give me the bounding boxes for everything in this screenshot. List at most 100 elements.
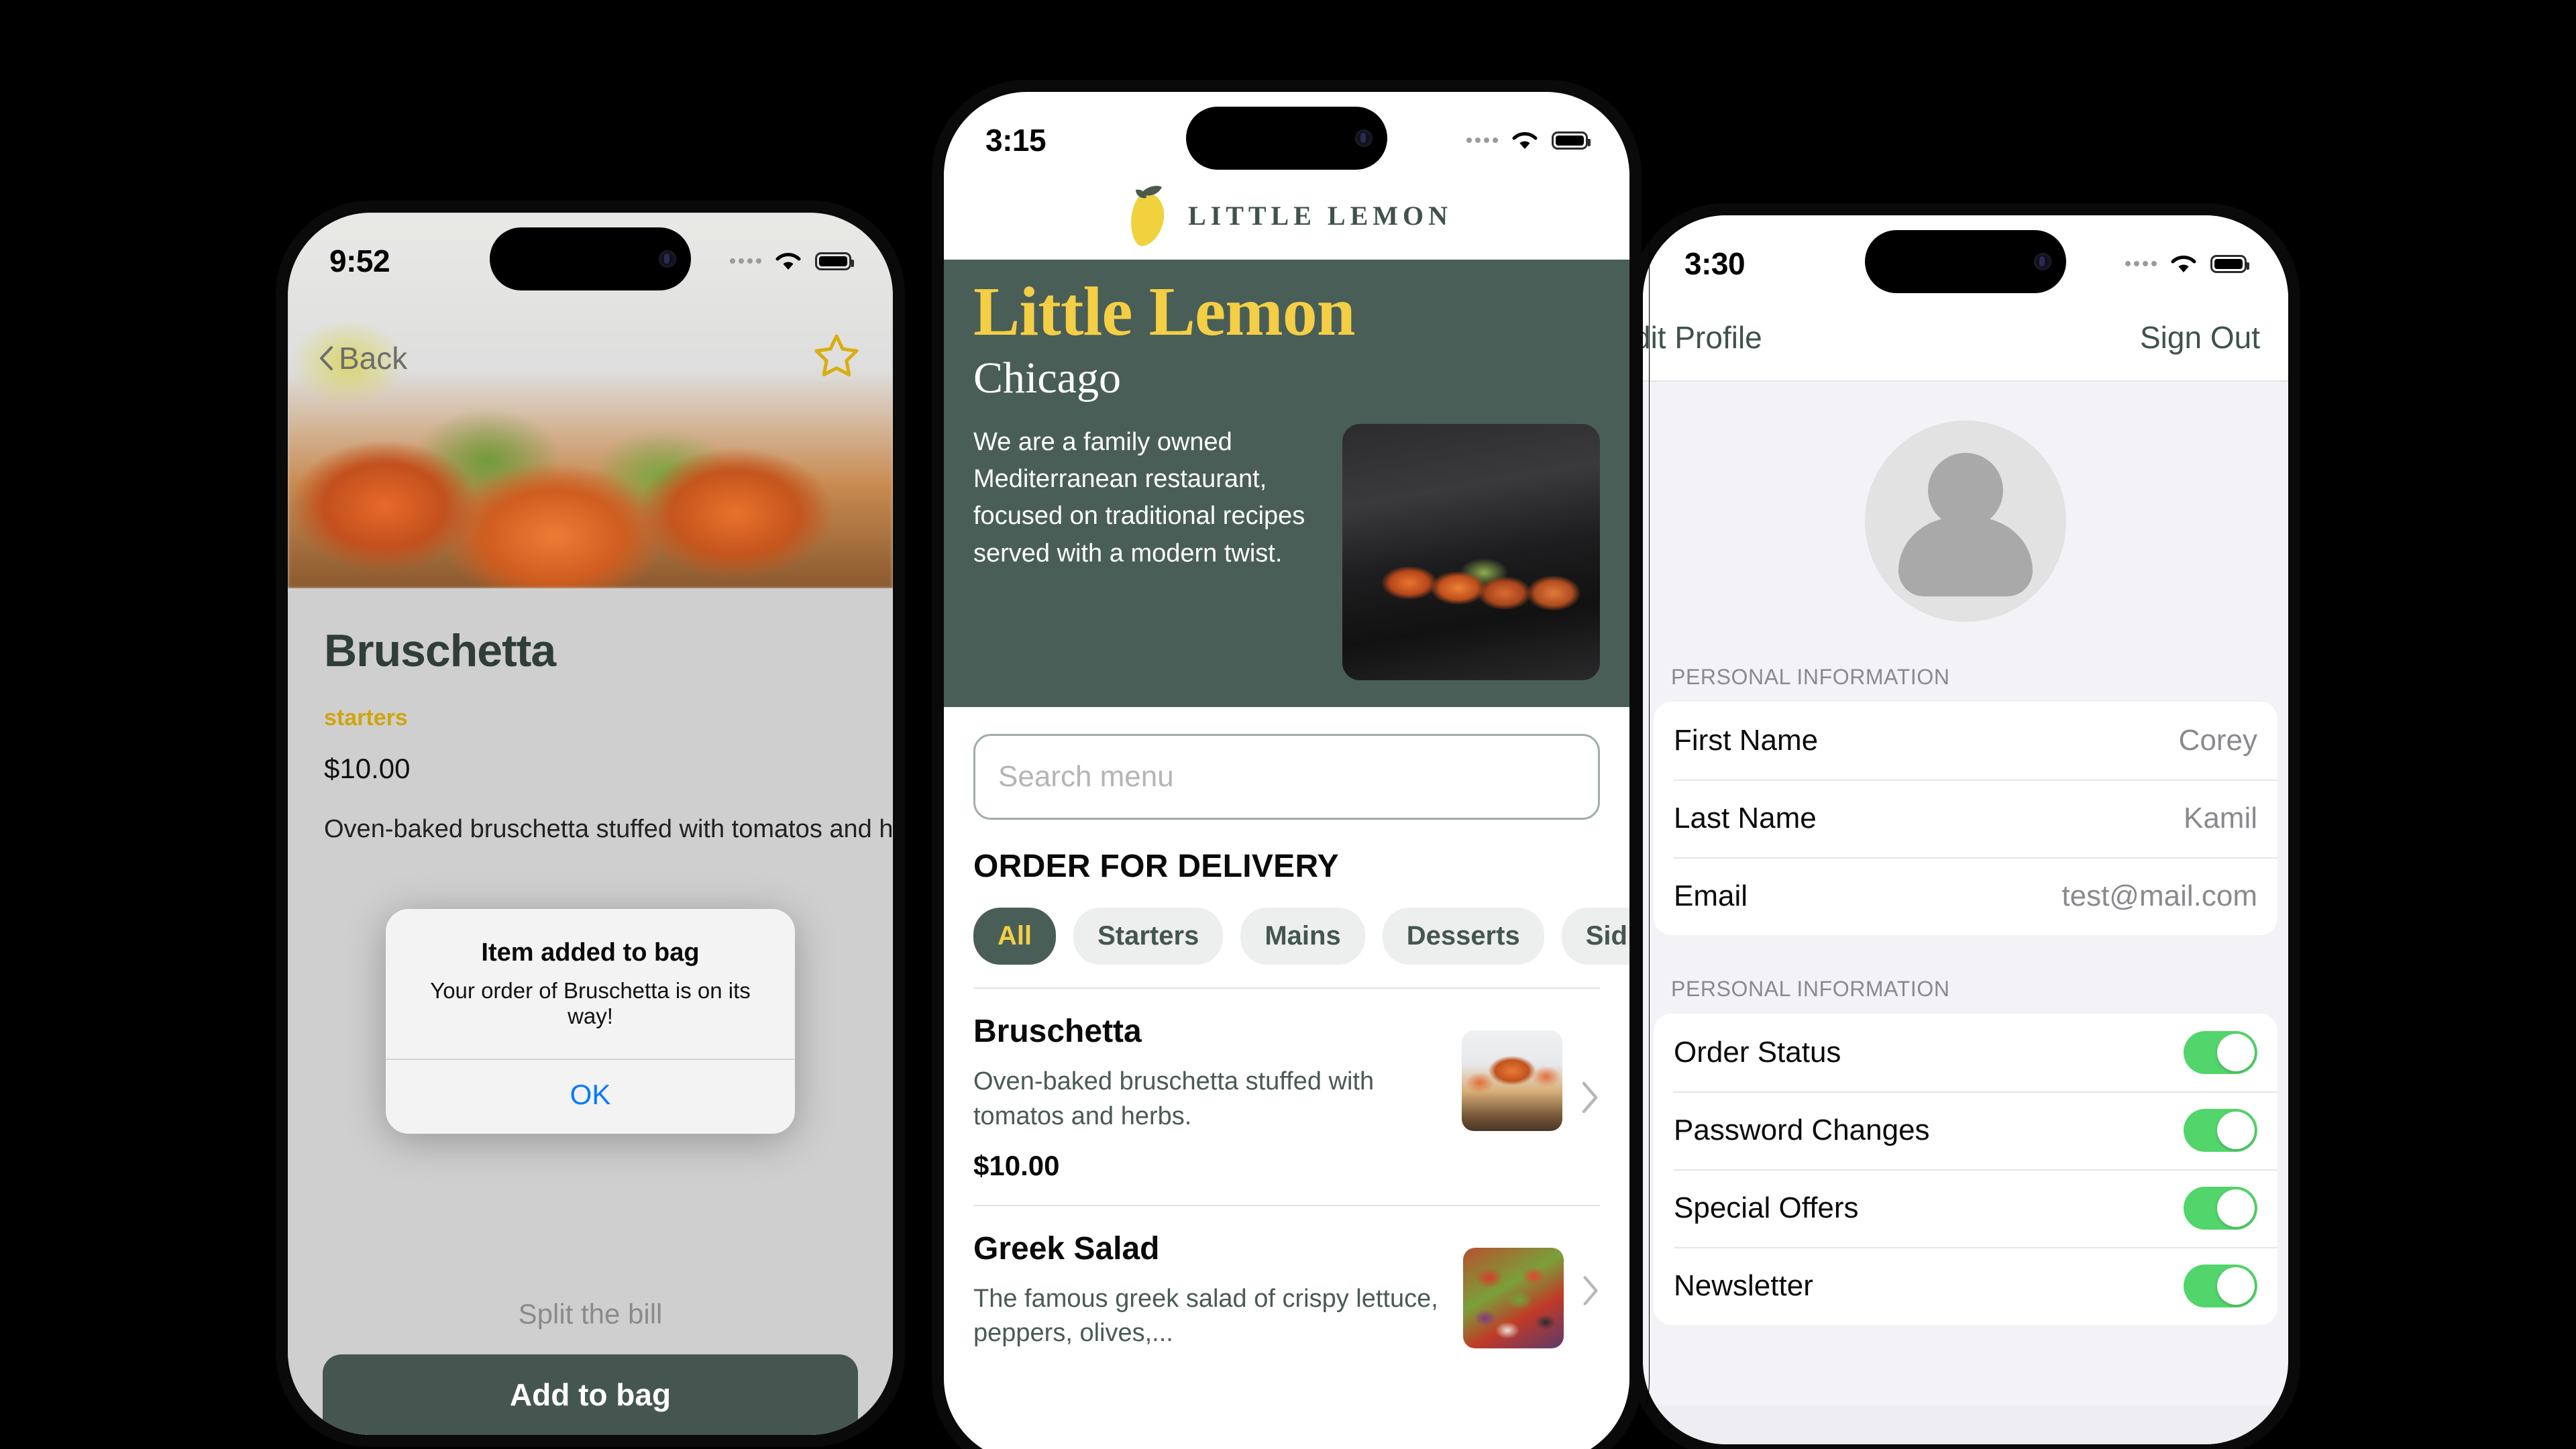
menu-item-price: $10.00	[973, 1149, 1060, 1181]
star-outline-icon[interactable]	[811, 331, 862, 385]
hero-subtitle: Chicago	[973, 354, 1121, 402]
phone-middle-bezel: 3:15 LITTLE LEMON Little Lemon Chicago W…	[932, 80, 1642, 1449]
app-logo-header: LITTLE LEMON	[944, 171, 1629, 260]
menu-item-thumbnail	[1462, 1247, 1564, 1348]
screenshot-stage: 9:52 Back Bruschetta starters $10.00 Ove…	[0, 0, 2576, 1449]
toggle-label: Password Changes	[1674, 1114, 1930, 1146]
back-button[interactable]: Back	[319, 340, 407, 376]
field-value: Corey	[2178, 724, 2257, 757]
left-dynamic-island	[490, 227, 691, 290]
search-container: Search menu	[944, 707, 1629, 820]
hero-banner: Little Lemon Chicago We are a family own…	[944, 260, 1629, 708]
phone-right-screen: 3:30 dit Profile Sign Out PERSONAL INFOR…	[1643, 215, 2288, 1444]
right-status-time: 3:30	[1684, 246, 1746, 281]
phone-left-screen: 9:52 Back Bruschetta starters $10.00 Ove…	[288, 213, 893, 1435]
field-label: Email	[1674, 879, 1748, 912]
table-row[interactable]: Order Status	[1654, 1014, 2277, 1091]
battery-icon	[2210, 254, 2249, 273]
dish-title: Bruschetta	[324, 625, 556, 676]
table-row[interactable]: Last Name Kamil	[1654, 780, 2277, 857]
mid-dynamic-island	[1186, 107, 1387, 170]
alert-message: Your order of Bruschetta is on its way!	[430, 978, 751, 1028]
menu-item-description: Oven-baked bruschetta stuffed with tomat…	[973, 1067, 1375, 1130]
table-row[interactable]: Password Changes	[1654, 1091, 2277, 1169]
toggle-label: Special Offers	[1674, 1191, 1859, 1224]
cellular-signal-icon	[1466, 138, 1498, 143]
phone-middle-device: 3:15 LITTLE LEMON Little Lemon Chicago W…	[924, 72, 1649, 1449]
lemon-icon	[1131, 186, 1165, 246]
category-filter-list[interactable]: All Starters Mains Desserts Sid	[944, 885, 1629, 987]
back-button-label: Back	[339, 340, 408, 376]
dish-description: Oven-baked bruschetta stuffed with tomat…	[324, 815, 893, 843]
chevron-left-icon	[320, 345, 333, 370]
table-row[interactable]: Newsletter	[1654, 1247, 2277, 1325]
category-pill-all[interactable]: All	[973, 908, 1057, 965]
hero-title: Little Lemon	[973, 273, 1356, 350]
dish-price: $10.00	[324, 753, 411, 784]
add-to-bag-button[interactable]: Add to bag	[323, 1354, 858, 1435]
split-bill-button[interactable]: Split the bill	[288, 1298, 893, 1330]
table-row[interactable]: Email test@mail.com	[1654, 857, 2277, 935]
phone-left-device: 9:52 Back Bruschetta starters $10.00 Ove…	[268, 193, 912, 1449]
right-dynamic-island	[1865, 230, 2066, 293]
sign-out-button[interactable]: Sign Out	[2140, 319, 2260, 356]
order-status-toggle[interactable]	[2184, 1031, 2257, 1074]
wifi-icon	[1512, 132, 1538, 149]
notifications-card: Order Status Password Changes Special Of…	[1654, 1014, 2277, 1325]
person-avatar-icon[interactable]	[1865, 421, 2066, 622]
order-section-title: ORDER FOR DELIVERY	[973, 849, 1340, 885]
table-row[interactable]: Special Offers	[1654, 1169, 2277, 1247]
category-pill-mains[interactable]: Mains	[1240, 908, 1365, 965]
phone-right-device: 3:30 dit Profile Sign Out PERSONAL INFOR…	[1623, 196, 2308, 1449]
list-item[interactable]: Greek Salad The famous greek salad of cr…	[944, 1206, 1629, 1374]
avatar-container	[1643, 382, 2288, 665]
phone-middle-screen: 3:15 LITTLE LEMON Little Lemon Chicago W…	[944, 92, 1629, 1449]
category-pill-sides[interactable]: Sid	[1561, 908, 1629, 965]
mid-status-indicators	[1466, 129, 1591, 152]
chevron-right-icon	[1583, 1275, 1598, 1305]
right-status-indicators	[2125, 252, 2249, 275]
personal-info-header: PERSONAL INFORMATION	[1671, 665, 1950, 689]
hero-food-image	[1342, 424, 1600, 681]
field-label: First Name	[1674, 724, 1819, 757]
phone-right-bezel: 3:30 dit Profile Sign Out PERSONAL INFOR…	[1631, 203, 2300, 1449]
newsletter-toggle[interactable]	[2184, 1265, 2257, 1307]
phone-left-bezel: 9:52 Back Bruschetta starters $10.00 Ove…	[276, 201, 905, 1447]
cellular-signal-icon	[730, 258, 761, 264]
menu-item-text: Bruschetta Oven-baked bruschetta stuffed…	[973, 1013, 1444, 1182]
mid-status-time: 3:15	[985, 123, 1046, 158]
menu-item-thumbnail	[1461, 1030, 1562, 1132]
logo-wordmark: LITTLE LEMON	[1187, 200, 1453, 231]
chevron-right-icon	[1582, 1081, 1598, 1114]
battery-icon	[815, 252, 854, 270]
special-offers-toggle[interactable]	[2184, 1187, 2257, 1230]
table-row[interactable]: First Name Corey	[1654, 702, 2277, 780]
hero-content-row: We are a family owned Mediterranean rest…	[973, 424, 1600, 681]
left-status-indicators	[730, 250, 854, 272]
password-changes-toggle[interactable]	[2184, 1109, 2257, 1152]
toggle-label: Order Status	[1674, 1036, 1841, 1069]
item-added-alert: Item added to bag Your order of Bruschet…	[386, 909, 795, 1134]
field-value: Kamil	[2183, 802, 2257, 835]
field-value: test@mail.com	[2061, 879, 2257, 912]
battery-icon	[1552, 131, 1591, 150]
list-item[interactable]: Bruschetta Oven-baked bruschetta stuffed…	[944, 989, 1629, 1205]
category-pill-starters[interactable]: Starters	[1073, 908, 1224, 965]
toggle-label: Newsletter	[1674, 1269, 1813, 1302]
menu-item-name: Bruschetta	[973, 1014, 1142, 1050]
cellular-signal-icon	[2125, 261, 2157, 266]
bottom-inset-bar	[1643, 1405, 2288, 1444]
hero-description: We are a family owned Mediterranean rest…	[973, 428, 1305, 568]
search-input[interactable]: Search menu	[973, 734, 1600, 820]
personal-info-card: First Name Corey Last Name Kamil Email t…	[1654, 702, 2277, 935]
dish-category: starters	[324, 705, 408, 731]
alert-ok-button[interactable]: OK	[386, 1060, 795, 1134]
menu-item-description: The famous greek salad of crispy lettuce…	[973, 1284, 1438, 1348]
edit-profile-button[interactable]: dit Profile	[1643, 319, 1762, 356]
profile-nav-bar: dit Profile Sign Out	[1643, 294, 2288, 382]
notifications-header: PERSONAL INFORMATION	[1671, 977, 1950, 1001]
alert-body: Item added to bag Your order of Bruschet…	[386, 909, 795, 1059]
wifi-icon	[775, 253, 801, 270]
category-pill-desserts[interactable]: Desserts	[1382, 908, 1544, 965]
